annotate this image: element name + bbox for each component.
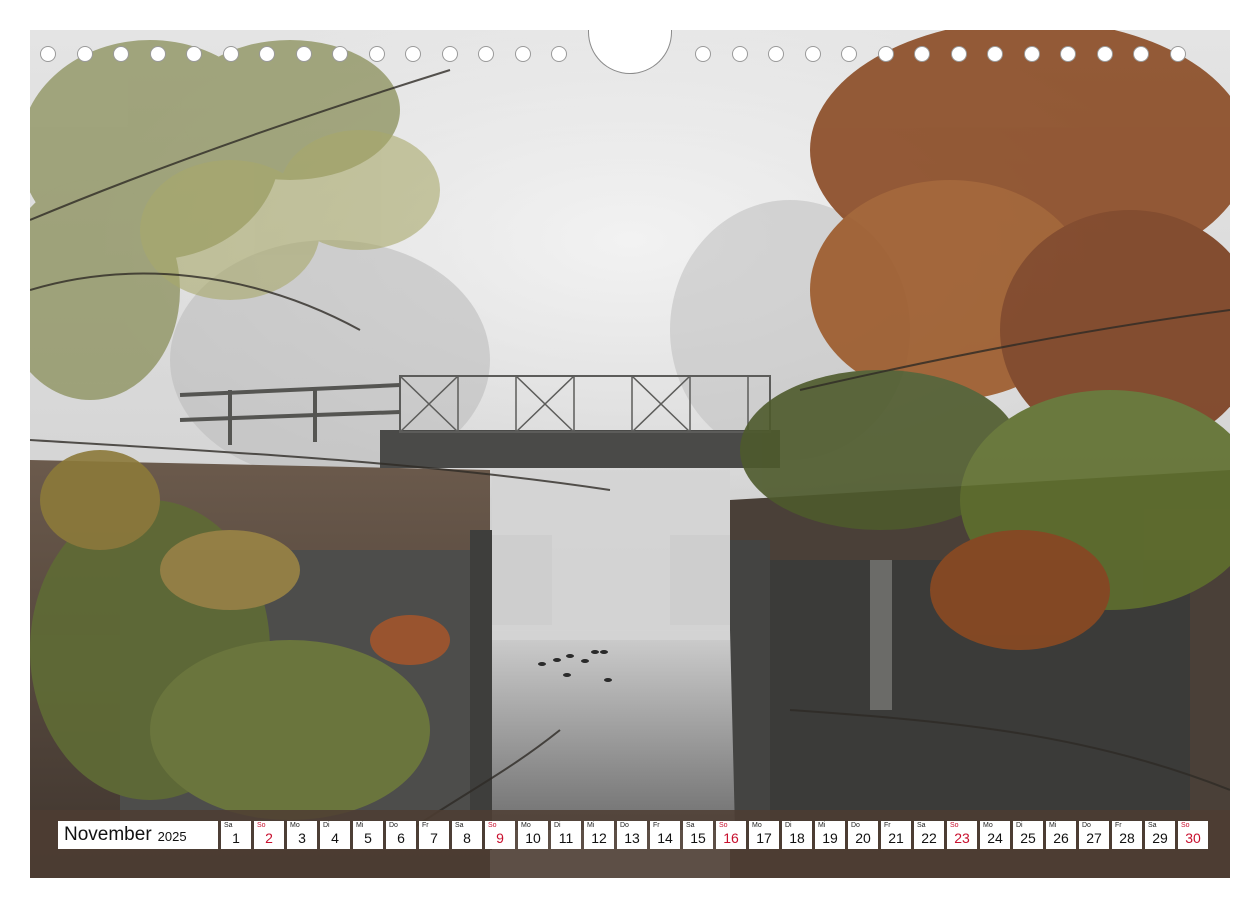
day-number: 28 — [1119, 830, 1135, 846]
weekday-label: Mo — [290, 822, 300, 829]
day-number: 13 — [624, 830, 640, 846]
calendar-day: Mo 24 — [980, 821, 1010, 849]
day-number: 20 — [855, 830, 871, 846]
weekday-label: Di — [785, 822, 792, 829]
weekday-label: Sa — [686, 822, 695, 829]
calendar-day: So 2 — [254, 821, 284, 849]
day-number: 23 — [954, 830, 970, 846]
day-number: 14 — [657, 830, 673, 846]
day-number: 4 — [331, 830, 339, 846]
weekday-label: Fr — [1115, 822, 1122, 829]
weekday-label: So — [488, 822, 497, 829]
calendar-day: Fr 14 — [650, 821, 680, 849]
weekday-label: Do — [851, 822, 860, 829]
weekday-label: Sa — [917, 822, 926, 829]
weekday-label: Mo — [521, 822, 531, 829]
calendar-day: Do 20 — [848, 821, 878, 849]
canal-lock-bridge-photo — [30, 30, 1230, 878]
day-number: 24 — [987, 830, 1003, 846]
weekday-label: Sa — [224, 822, 233, 829]
weekday-label: Sa — [455, 822, 464, 829]
weekday-label: Mo — [752, 822, 762, 829]
day-number: 10 — [525, 830, 541, 846]
calendar-day: Mi 26 — [1046, 821, 1076, 849]
calendar-day: Sa 29 — [1145, 821, 1175, 849]
weekday-label: Do — [389, 822, 398, 829]
day-number: 27 — [1086, 830, 1102, 846]
weekday-label: Fr — [884, 822, 891, 829]
month-name: November — [64, 824, 152, 845]
weekday-label: So — [257, 822, 266, 829]
day-number: 30 — [1185, 830, 1201, 846]
calendar-day: Mi 12 — [584, 821, 614, 849]
calendar-day: Sa 1 — [221, 821, 251, 849]
calendar-day: Di 25 — [1013, 821, 1043, 849]
weekday-label: Di — [1016, 822, 1023, 829]
weekday-label: So — [1181, 822, 1190, 829]
weekday-label: Mi — [587, 822, 595, 829]
weekday-label: Mi — [1049, 822, 1057, 829]
day-number: 17 — [756, 830, 772, 846]
calendar-day: Fr 21 — [881, 821, 911, 849]
calendar-day: Sa 8 — [452, 821, 482, 849]
day-number: 16 — [723, 830, 739, 846]
weekday-label: So — [719, 822, 728, 829]
calendar-day: Fr 7 — [419, 821, 449, 849]
calendar-day: So 16 — [716, 821, 746, 849]
calendar-day: Di 4 — [320, 821, 350, 849]
weekday-label: Fr — [422, 822, 429, 829]
day-number: 15 — [690, 830, 706, 846]
calendar-day: Mo 17 — [749, 821, 779, 849]
calendar-day: Mi 19 — [815, 821, 845, 849]
day-number: 1 — [232, 830, 240, 846]
weekday-label: Do — [1082, 822, 1091, 829]
weekday-label: Fr — [653, 822, 660, 829]
calendar-day: Fr 28 — [1112, 821, 1142, 849]
day-number: 18 — [789, 830, 805, 846]
weekday-label: Mi — [818, 822, 826, 829]
day-number: 22 — [921, 830, 937, 846]
day-number: 5 — [364, 830, 372, 846]
calendar-day: So 9 — [485, 821, 515, 849]
calendar-day: Di 18 — [782, 821, 812, 849]
weekday-label: Di — [323, 822, 330, 829]
calendar-day: Do 27 — [1079, 821, 1109, 849]
weekday-label: Di — [554, 822, 561, 829]
day-number: 6 — [397, 830, 405, 846]
day-number: 19 — [822, 830, 838, 846]
day-number: 12 — [591, 830, 607, 846]
day-number: 7 — [430, 830, 438, 846]
weekday-label: Mo — [983, 822, 993, 829]
calendar-day: Mo 3 — [287, 821, 317, 849]
calendar-day: Do 13 — [617, 821, 647, 849]
day-number: 29 — [1152, 830, 1168, 846]
month-label-box: November 2025 — [58, 821, 218, 849]
calendar-day: So 23 — [947, 821, 977, 849]
day-number: 21 — [888, 830, 904, 846]
calendar-day: Sa 22 — [914, 821, 944, 849]
day-number: 3 — [298, 830, 306, 846]
calendar-day: Di 11 — [551, 821, 581, 849]
day-number: 8 — [463, 830, 471, 846]
weekday-label: So — [950, 822, 959, 829]
calendar-day: Mo 10 — [518, 821, 548, 849]
calendar-day: Do 6 — [386, 821, 416, 849]
day-number: 2 — [265, 830, 273, 846]
day-number: 11 — [558, 830, 574, 846]
month-year: 2025 — [157, 829, 187, 844]
calendar-day: Mi 5 — [353, 821, 383, 849]
day-number: 25 — [1020, 830, 1036, 846]
weekday-label: Do — [620, 822, 629, 829]
calendar-day: Sa 15 — [683, 821, 713, 849]
weekday-label: Mi — [356, 822, 364, 829]
weekday-label: Sa — [1148, 822, 1157, 829]
calendar-strip: November 2025 Sa 1 So 2 Mo 3 Di 4 Mi 5 Do 6 Fr 7 Sa 8 So… — [58, 821, 1208, 849]
calendar-page — [30, 30, 1230, 878]
day-number: 26 — [1053, 830, 1069, 846]
day-number: 9 — [496, 830, 504, 846]
calendar-day: So 30 — [1178, 821, 1208, 849]
